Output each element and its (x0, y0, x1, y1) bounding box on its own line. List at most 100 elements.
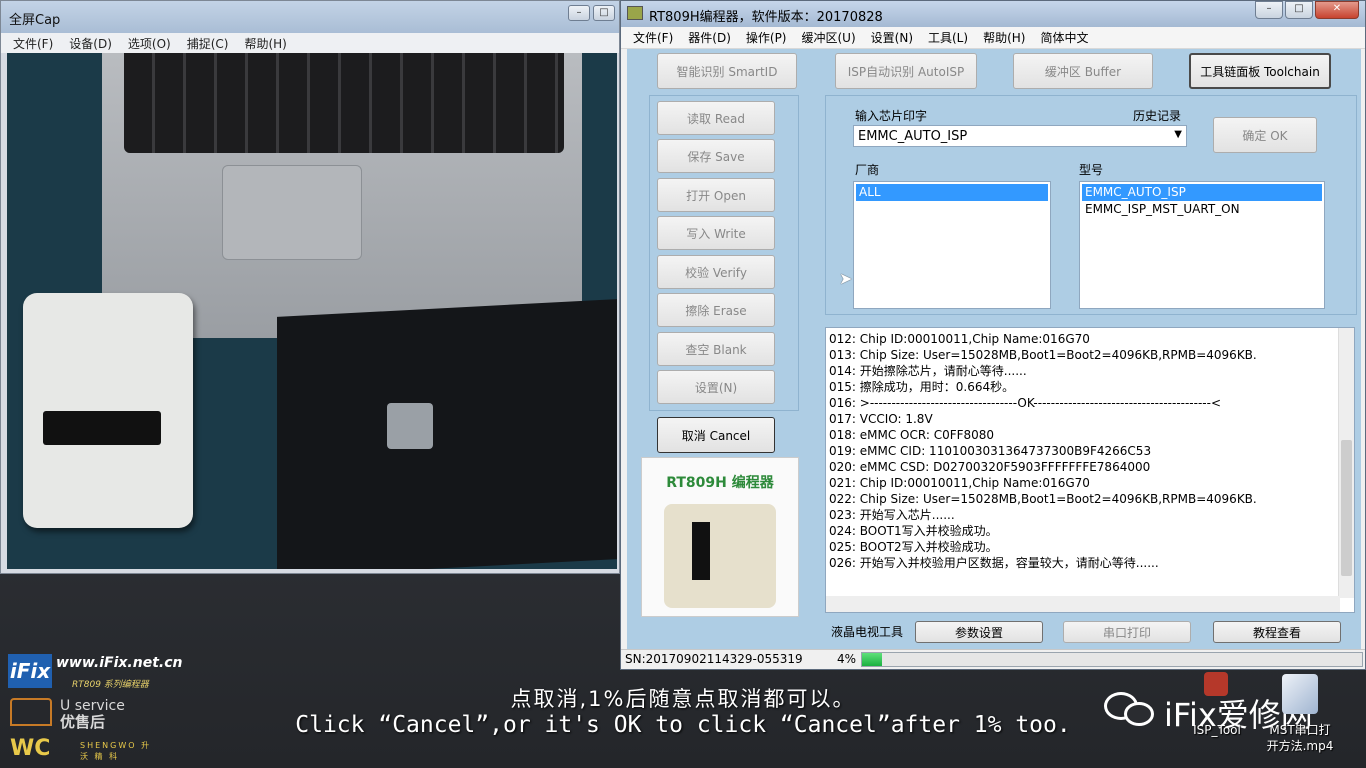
menu-operation[interactable]: 操作(P) (746, 29, 787, 46)
capture-window: 全屏Cap – □ 文件(F) 设备(D) 选项(O) 捕捉(C) 帮助(H) (0, 0, 620, 574)
menu-device[interactable]: 器件(D) (688, 29, 731, 46)
vendor-list-item[interactable]: ALL (856, 184, 1048, 201)
write-button[interactable]: 写入 Write (657, 216, 775, 250)
wechat-icon (1104, 690, 1156, 730)
minimize-icon[interactable]: – (568, 5, 590, 21)
autoisp-button[interactable]: ISP自动识别 AutoISP (835, 53, 977, 89)
capture-menu-help[interactable]: 帮助(H) (244, 35, 286, 52)
smartid-button[interactable]: 智能识别 SmartID (657, 53, 797, 89)
log-line: 021: Chip ID:00010011,Chip Name:016G70 (829, 476, 1090, 490)
menu-file[interactable]: 文件(F) (633, 29, 673, 46)
model-list-item[interactable]: EMMC_ISP_MST_UART_ON (1082, 201, 1322, 218)
model-list-item[interactable]: EMMC_AUTO_ISP (1082, 184, 1322, 201)
read-button[interactable]: 读取 Read (657, 101, 775, 135)
chip-input-value: EMMC_AUTO_ISP (858, 129, 968, 144)
toolchain-button[interactable]: 工具链面板 Toolchain (1189, 53, 1331, 89)
log-line: 013: Chip Size: User=15028MB,Boot1=Boot2… (829, 348, 1257, 362)
capture-window-title: 全屏Cap (9, 13, 61, 28)
log-line: 019: eMMC CID: 1101003031364737300B9F426… (829, 444, 1152, 458)
rt809h-window: RT809H编程器，软件版本：20170828 – □ ✕ 文件(F) 器件(D… (620, 0, 1366, 670)
menu-buffer[interactable]: 缓冲区(U) (802, 29, 856, 46)
log-line: 012: Chip ID:00010011,Chip Name:016G70 (829, 332, 1090, 346)
capture-menu-options[interactable]: 选项(O) (128, 35, 171, 52)
log-line: 017: VCCIO: 1.8V (829, 412, 933, 426)
isp-tool-label[interactable]: ISP_Tool (1184, 722, 1250, 738)
video-file-label-line1: MST串口打 (1269, 723, 1331, 737)
programmer-device-image (23, 293, 193, 528)
rt809h-window-title: RT809H编程器，软件版本：20170828 (649, 10, 883, 25)
log-line: 014: 开始擦除芯片，请耐心等待...... (829, 364, 1027, 378)
video-file-label-line2: 开方法.mp4 (1266, 739, 1334, 753)
minimize-icon[interactable]: – (1255, 1, 1283, 19)
menu-settings[interactable]: 设置(N) (871, 29, 913, 46)
log-line: 022: Chip Size: User=15028MB,Boot1=Boot2… (829, 492, 1257, 506)
log-horizontal-scrollbar[interactable] (826, 596, 1340, 612)
log-line: 026: 开始写入并校验用户区数据，容量较大，请耐心等待...... (829, 556, 1159, 570)
operation-log[interactable]: 012: Chip ID:00010011,Chip Name:016G70 0… (825, 327, 1355, 613)
history-label: 历史记录 (1133, 109, 1182, 123)
video-file-label[interactable]: MST串口打 开方法.mp4 (1262, 722, 1338, 754)
wc-subtext: SHENGWO 升 沃 精 科 (80, 741, 152, 761)
lcd-tool-label: 液晶电视工具 (831, 625, 904, 639)
progress-fill (862, 653, 882, 666)
maximize-icon[interactable]: □ (1285, 1, 1313, 19)
open-button[interactable]: 打开 Open (657, 178, 775, 212)
serial-number: SN:20170902114329-055319 (625, 652, 803, 666)
status-bar: SN:20170902114329-055319 4% (621, 649, 1365, 669)
video-file-icon[interactable] (1282, 674, 1318, 714)
shengwo-logo: WC SHENGWO 升 沃 精 科 (10, 736, 156, 764)
log-line: 016: >----------------------------------… (829, 396, 1222, 410)
model-listbox[interactable]: EMMC_AUTO_ISP EMMC_ISP_MST_UART_ON (1079, 181, 1325, 309)
capture-menu-file[interactable]: 文件(F) (13, 35, 53, 52)
app-icon (627, 6, 643, 20)
log-line: 025: BOOT2写入并校验成功。 (829, 540, 998, 554)
log-line: 018: eMMC OCR: C0FF8080 (829, 428, 995, 442)
log-line: 015: 擦除成功，用时：0.664秒。 (829, 380, 1015, 394)
menu-help[interactable]: 帮助(H) (983, 29, 1025, 46)
erase-button[interactable]: 擦除 Erase (657, 293, 775, 327)
rt809h-menu-bar: 文件(F) 器件(D) 操作(P) 缓冲区(U) 设置(N) 工具(L) 帮助(… (621, 27, 1365, 49)
vendor-label: 厂商 (855, 163, 880, 177)
save-button[interactable]: 保存 Save (657, 139, 775, 173)
menu-tools[interactable]: 工具(L) (928, 29, 968, 46)
capture-title-bar[interactable]: 全屏Cap – □ (1, 1, 619, 33)
vendor-listbox[interactable]: ALL (853, 181, 1051, 309)
log-line: 020: eMMC CSD: D02700320F5903FFFFFFFE786… (829, 460, 1151, 474)
chevron-down-icon[interactable]: ▼ (1174, 129, 1182, 140)
ok-button[interactable]: 确定 OK (1213, 117, 1317, 153)
log-line: 023: 开始写入芯片...... (829, 508, 955, 522)
capture-menu-device[interactable]: 设备(D) (69, 35, 112, 52)
rt809h-main-panel: 智能识别 SmartID ISP自动识别 AutoISP 缓冲区 Buffer … (627, 49, 1361, 667)
close-icon[interactable]: ✕ (1315, 1, 1359, 19)
log-line: 024: BOOT1写入并校验成功。 (829, 524, 998, 538)
tutorial-button[interactable]: 教程查看 (1213, 621, 1341, 643)
blank-check-button[interactable]: 查空 Blank (657, 332, 775, 366)
lcd-tool-row: 液晶电视工具 参数设置 串口打印 教程查看 (825, 619, 1355, 645)
chip-image (387, 403, 433, 449)
chip-input-label: 输入芯片印字 (855, 109, 928, 123)
model-label: 型号 (1079, 163, 1104, 177)
chip-input-combobox[interactable]: EMMC_AUTO_ISP ▼ (853, 125, 1187, 147)
isp-tool-icon[interactable] (1204, 672, 1228, 696)
param-settings-button[interactable]: 参数设置 (915, 621, 1043, 643)
product-caption: RT809H 编程器 (666, 475, 774, 491)
menu-language[interactable]: 简体中文 (1040, 29, 1088, 46)
capture-menu-bar: 文件(F) 设备(D) 选项(O) 捕捉(C) 帮助(H) (1, 33, 619, 53)
mouse-cursor-icon: ➤ (839, 269, 853, 288)
ifix-url: www.iFix.net.cn (56, 655, 183, 671)
rt809h-title-bar[interactable]: RT809H编程器，软件版本：20170828 – □ ✕ (621, 1, 1365, 27)
wc-mark: WC (10, 736, 51, 761)
circuit-board-image (277, 299, 617, 569)
log-vertical-scrollbar[interactable] (1338, 328, 1354, 598)
progress-percent: 4% (837, 652, 857, 666)
buffer-button[interactable]: 缓冲区 Buffer (1013, 53, 1153, 89)
serial-print-button[interactable]: 串口打印 (1063, 621, 1191, 643)
settings-button[interactable]: 设置(N) (657, 370, 775, 404)
maximize-icon[interactable]: □ (593, 5, 615, 21)
cancel-button[interactable]: 取消 Cancel (657, 417, 775, 453)
progress-bar (861, 652, 1363, 667)
verify-button[interactable]: 校验 Verify (657, 255, 775, 289)
capture-menu-capture[interactable]: 捕捉(C) (187, 35, 229, 52)
subtitle-english: Click “Cancel”,or it's OK to click “Canc… (295, 712, 1071, 738)
programmer-product-image: RT809H 编程器 (641, 457, 799, 617)
